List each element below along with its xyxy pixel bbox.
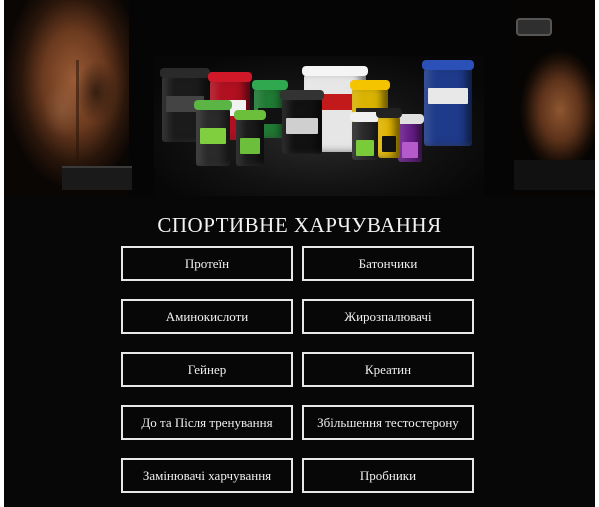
dumbbell — [516, 18, 552, 36]
page-title: СПОРТИВНЕ ХАРЧУВАННЯ — [157, 213, 442, 237]
category-button-bars[interactable]: Батончики — [302, 246, 474, 281]
category-button-testosterone-boosters[interactable]: Збільшення тестостерону — [302, 405, 474, 440]
product-tub — [280, 90, 324, 154]
page: СПОРТИВНЕ ХАРЧУВАННЯ Протеїн Батончики А… — [4, 0, 595, 507]
product-tub — [376, 108, 402, 158]
category-button-gainer[interactable]: Гейнер — [121, 352, 293, 387]
hero-banner — [4, 0, 595, 196]
product-tub — [194, 100, 232, 166]
category-button-creatine[interactable]: Креатин — [302, 352, 474, 387]
athlete-torso-image — [4, 0, 132, 196]
product-tub — [350, 112, 380, 160]
supplement-products-image — [154, 56, 484, 196]
category-button-fat-burners[interactable]: Жирозпалювачі — [302, 299, 474, 334]
category-button-samples[interactable]: Пробники — [302, 458, 474, 493]
product-tub — [234, 110, 266, 166]
product-tub — [396, 114, 424, 162]
athlete-shorts — [514, 160, 595, 190]
athlete-arm-image — [510, 0, 595, 196]
product-tub — [422, 60, 474, 146]
waistband — [62, 166, 132, 190]
category-button-pre-post-workout[interactable]: До та Після тренування — [121, 405, 293, 440]
category-button-protein[interactable]: Протеїн — [121, 246, 293, 281]
category-button-meal-replacements[interactable]: Замінювачі харчування — [121, 458, 293, 493]
abs-shadow — [76, 60, 79, 170]
category-button-amino-acids[interactable]: Аминокислоти — [121, 299, 293, 334]
